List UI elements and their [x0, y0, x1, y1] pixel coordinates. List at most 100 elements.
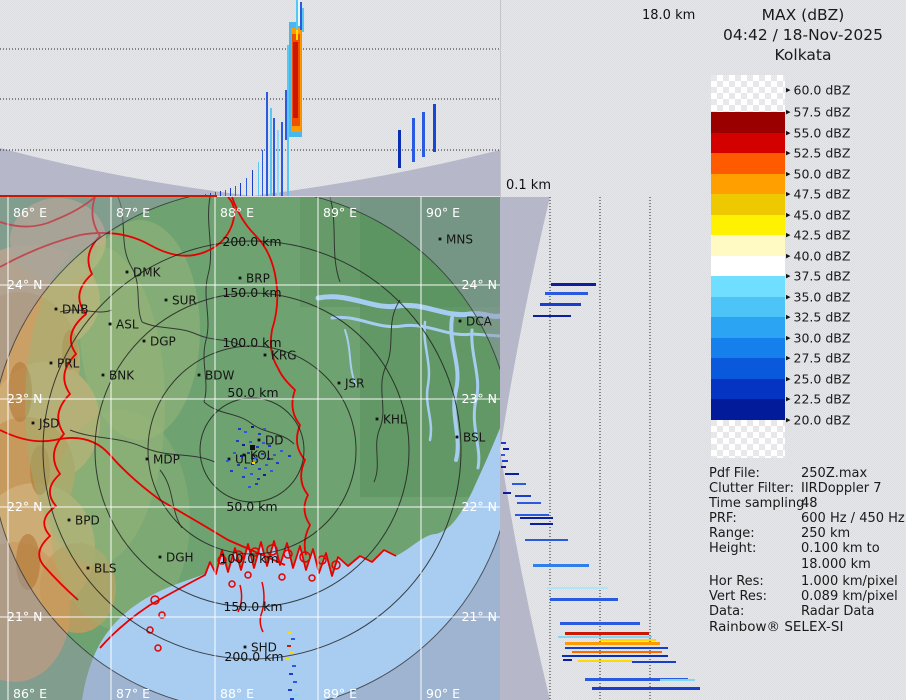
echo-bar: [550, 598, 618, 601]
echo-speck: [267, 458, 270, 460]
colorbar-tick: ▸ 47.5 dBZ: [786, 187, 850, 202]
tick-label: 27.5 dBZ: [793, 350, 851, 366]
longitude-label: 86° E: [13, 205, 47, 220]
echo-speck: [252, 462, 255, 464]
colorbar-tick: ▸ 52.5 dBZ: [786, 146, 850, 161]
colorbar-tick: ▸ 30.0 dBZ: [786, 331, 850, 346]
echo-bar: [246, 178, 247, 196]
tick-arrow-icon: ▸: [786, 189, 791, 199]
city-label: SHD: [251, 641, 277, 655]
longitude-label: 87° E: [116, 205, 150, 220]
colorbar-band: [711, 75, 785, 112]
beam-limit-wedge: [0, 148, 252, 196]
city-dot: [49, 361, 53, 365]
info-label: Height:: [709, 541, 757, 557]
echo-speck: [286, 658, 290, 660]
city-label: DGH: [166, 551, 194, 565]
echo-bar: [225, 190, 226, 196]
echo-speck: [288, 689, 292, 691]
city-label: DCA: [466, 315, 493, 329]
echo-bar: [300, 2, 302, 30]
tick-arrow-icon: ▸: [786, 292, 791, 302]
xz-cross-section-panel[interactable]: [0, 0, 501, 197]
info-row: 18.000 km: [709, 557, 903, 572]
echo-speck: [258, 433, 261, 435]
info-label: [709, 557, 801, 572]
echo-speck: [251, 426, 254, 428]
city-label: MNS: [446, 233, 473, 247]
tick-label: 47.5 dBZ: [793, 186, 851, 202]
colorbar-band: [711, 378, 785, 399]
echo-speck: [238, 428, 241, 430]
tick-arrow-icon: ▸: [786, 353, 791, 363]
echo-speck: [268, 445, 271, 447]
legend-header: MAX (dBZ) 04:42 / 18-Nov-2025 Kolkata: [700, 5, 906, 65]
echo-bar: [503, 492, 511, 494]
echo-speck: [244, 431, 247, 433]
city-label: DNB: [62, 303, 88, 317]
echo-speck: [289, 673, 293, 675]
colorbar-band: [711, 112, 785, 133]
longitude-label: 89° E: [323, 686, 357, 700]
info-label: Data:: [709, 603, 745, 619]
tick-label: 32.5 dBZ: [793, 309, 851, 325]
tick-label: 22.5 dBZ: [793, 391, 851, 407]
longitude-label: 88° E: [220, 205, 254, 220]
info-row: Data: Radar Data: [709, 604, 903, 619]
city-dot: [164, 298, 168, 302]
echo-bar: [525, 539, 568, 541]
info-value: IIRDoppler 7: [801, 481, 882, 497]
beam-limit-wedge: [252, 150, 500, 196]
city-label: KRG: [271, 349, 297, 363]
echo-bar: [515, 495, 531, 497]
colorbar-band: [711, 399, 785, 420]
echo-bar: [592, 687, 700, 690]
echo-bar: [298, 0, 300, 26]
city-label: SUR: [172, 294, 197, 308]
yz-cross-section-panel[interactable]: [500, 197, 700, 700]
echo-bar: [296, 0, 298, 30]
echo-bar: [505, 473, 519, 475]
info-value: 0.100 km to: [801, 541, 880, 557]
city-label: PRL: [57, 357, 80, 371]
city-dot: [227, 457, 231, 461]
tick-label: 20.0 dBZ: [793, 412, 851, 428]
echo-speck: [240, 455, 243, 457]
info-value: 250 km: [801, 526, 851, 542]
colorbar-tick: ▸ 25.0 dBZ: [786, 372, 850, 387]
ppi-map: 86° E 86° E 87° E 87° E 88° E 88° E 89° E 89° E…: [0, 197, 500, 700]
city-label: BDW: [205, 369, 234, 383]
ring-distance-label: 200.0 km: [222, 234, 281, 249]
colorbar-band: [711, 132, 785, 153]
city-dot: [142, 339, 146, 343]
colorbar-tick: ▸ 22.5 dBZ: [786, 392, 850, 407]
echo-bar: [277, 130, 279, 196]
colorbar-band: [711, 173, 785, 194]
echo-speck: [244, 467, 247, 469]
city-dot: [145, 457, 149, 461]
tick-label: 60.0 dBZ: [793, 82, 851, 98]
ppi-map-panel[interactable]: 86° E 86° E 87° E 87° E 88° E 88° E 89° E 89° E…: [0, 197, 500, 700]
city-label: BLS: [94, 562, 117, 576]
echo-bar: [533, 564, 589, 567]
echo-bar: [266, 92, 268, 196]
tick-arrow-icon: ▸: [786, 230, 791, 240]
echo-bar: [563, 659, 572, 661]
tick-arrow-icon: ▸: [786, 210, 791, 220]
echo-speck: [242, 444, 245, 446]
echo-bar: [515, 514, 549, 516]
city-dot: [263, 353, 267, 357]
tick-arrow-icon: ▸: [786, 107, 791, 117]
tick-label: 35.0 dBZ: [793, 289, 851, 305]
software-brand: Rainbow® SELEX-SI: [709, 619, 844, 635]
tick-arrow-icon: ▸: [786, 394, 791, 404]
tick-arrow-icon: ▸: [786, 85, 791, 95]
colorbar-tick: ▸ 57.5 dBZ: [786, 105, 850, 120]
height-axis-max-label: 18.0 km: [642, 8, 696, 23]
tick-label: 40.0 dBZ: [793, 248, 851, 264]
echo-speck: [276, 462, 279, 464]
echo-speck: [254, 457, 257, 459]
echo-bar: [501, 454, 505, 456]
echo-bar: [293, 42, 298, 118]
city-dot: [375, 417, 379, 421]
